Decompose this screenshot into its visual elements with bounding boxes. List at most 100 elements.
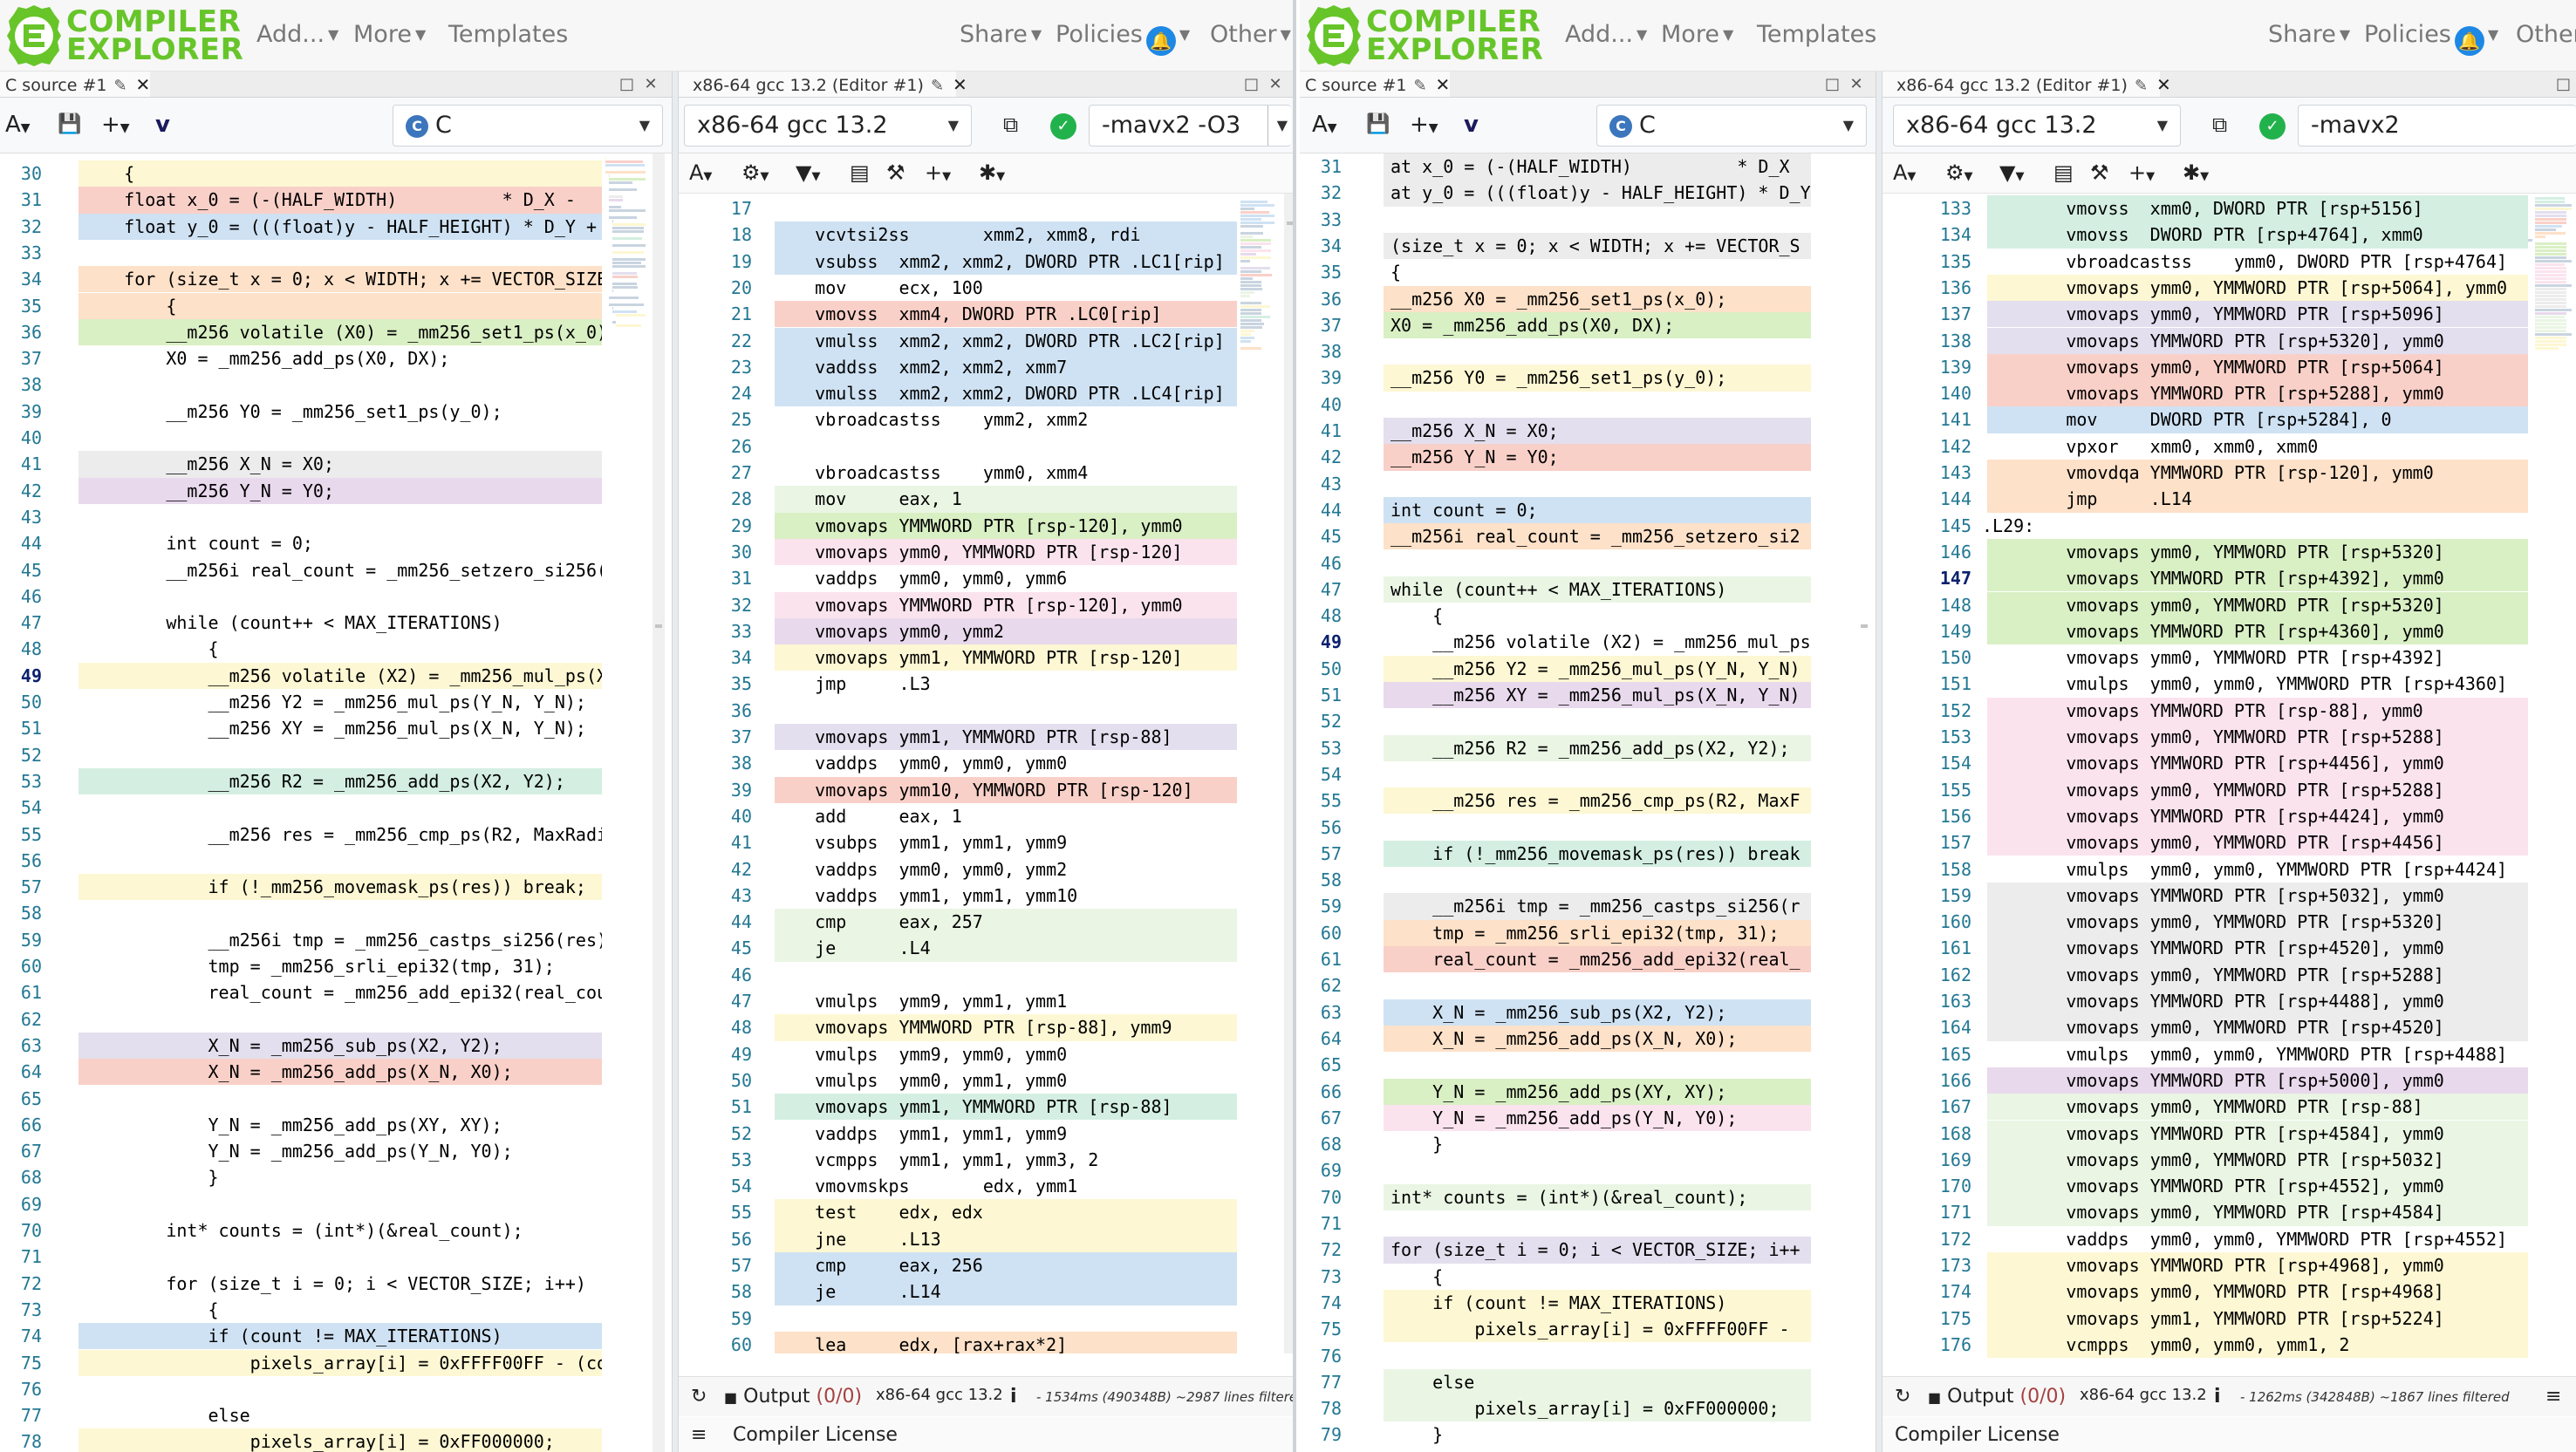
code-line[interactable]: 35 { <box>0 292 602 319</box>
code-line[interactable]: 28 mov eax, 1 <box>679 486 1237 513</box>
code-line[interactable]: 63 X_N = _mm256_sub_ps(X2, Y2); <box>1300 999 1811 1026</box>
code-line[interactable]: 155 vmovaps ymm0, YMMWORD PTR [rsp+5288] <box>1882 776 2528 803</box>
code-line[interactable]: 51 __m256 XY = _mm256_mul_ps(X_N, Y_N); <box>0 715 602 741</box>
code-line[interactable]: 20 mov ecx, 100 <box>679 275 1237 301</box>
opt-pipeline-icon[interactable]: ✱▼ <box>979 160 1005 185</box>
templates-link[interactable]: Templates <box>448 21 568 48</box>
code-line[interactable]: 167 vmovaps ymm0, YMMWORD PTR [rsp-88] <box>1882 1094 2528 1121</box>
code-line[interactable]: 153 vmovaps ymm0, YMMWORD PTR [rsp+5288] <box>1882 724 2528 751</box>
code-line[interactable]: 171 vmovaps ymm0, YMMWORD PTR [rsp+4584] <box>1882 1199 2528 1226</box>
code-line[interactable]: 72 for (size_t i = 0; i < VECTOR_SIZE; i… <box>0 1271 602 1297</box>
code-line[interactable]: 41 __m256 X_N = X0; <box>0 451 602 478</box>
code-line[interactable]: 65 <box>1300 1052 1811 1078</box>
code-line[interactable]: 55 __m256 res = _mm256_cmp_ps(R2, MaxF <box>1300 787 1811 815</box>
compiler-options-input[interactable]: -mavx2 <box>2298 105 2576 147</box>
code-line[interactable]: 43 <box>0 504 602 530</box>
code-line[interactable]: 149 vmovaps YMMWORD PTR [rsp+4360], ymm0 <box>1882 617 2528 645</box>
code-line[interactable]: 138 vmovaps YMMWORD PTR [rsp+5320], ymm0 <box>1882 327 2528 354</box>
code-line[interactable]: 42 __m256 Y_N = Y0; <box>0 477 602 504</box>
chevron-down-icon[interactable]: ▼ <box>1267 106 1288 146</box>
opt-pipeline-icon[interactable]: ✱▼ <box>2183 160 2209 185</box>
code-line[interactable]: 47 vmulps ymm9, ymm1, ymm1 <box>679 988 1237 1014</box>
code-line[interactable]: 62 <box>1300 972 1811 999</box>
code-line[interactable]: 46 <box>1300 550 1811 576</box>
code-line[interactable]: 30 vmovaps ymm0, YMMWORD PTR [rsp-120] <box>679 538 1237 566</box>
vim-mode-icon[interactable]: v <box>1464 110 1479 140</box>
code-line[interactable]: 40 <box>1300 392 1811 418</box>
output-button[interactable]: ■ Output (0/0) <box>1928 1386 2066 1408</box>
code-line[interactable]: 78 pixels_array[i] = 0xFF000000; <box>1300 1395 1811 1422</box>
code-line[interactable]: 26 <box>679 433 1237 460</box>
code-line[interactable]: 175 vmovaps ymm1, YMMWORD PTR [rsp+5224] <box>1882 1305 2528 1332</box>
code-line[interactable]: 160 vmovaps ymm0, YMMWORD PTR [rsp+5320] <box>1882 909 2528 936</box>
language-select[interactable]: C C ▼ <box>393 105 663 147</box>
code-line[interactable]: 157 vmovaps ymm0, YMMWORD PTR [rsp+4456] <box>1882 829 2528 856</box>
code-line[interactable]: 41 __m256 X_N = X0; <box>1300 418 1811 445</box>
more-menu[interactable]: More ▼ <box>353 21 426 48</box>
popout-icon[interactable]: ⧉ <box>2212 110 2227 140</box>
code-line[interactable]: 133 vmovss xmm0, DWORD PTR [rsp+5156] <box>1882 195 2528 222</box>
code-line[interactable]: 53 __m256 R2 = _mm256_add_ps(X2, Y2); <box>0 767 602 795</box>
compiler-select[interactable]: x86-64 gcc 13.2 ▼ <box>684 105 972 147</box>
code-line[interactable]: 60 tmp = _mm256_srli_epi32(tmp, 31); <box>1300 919 1811 946</box>
code-line[interactable]: 152 vmovaps YMMWORD PTR [rsp-88], ymm0 <box>1882 697 2528 724</box>
compiler-options-input[interactable]: -mavx2 -O3 ▼ <box>1089 105 1291 147</box>
code-line[interactable]: 57 if (!_mm256_movemask_ps(res)) break <box>1300 840 1811 868</box>
font-size-icon[interactable]: A▼ <box>689 160 712 185</box>
source-scrollbar[interactable] <box>653 153 665 1452</box>
tab-c-source[interactable]: C source #1 ✎ ✕ <box>0 72 150 97</box>
code-line[interactable]: 165 vmulps ymm0, ymm0, YMMWORD PTR [rsp+… <box>1882 1041 2528 1067</box>
assembly-scrollbar[interactable] <box>1284 194 1293 1353</box>
code-line[interactable]: 66 Y_N = _mm256_add_ps(XY, XY); <box>1300 1078 1811 1105</box>
font-size-icon[interactable]: A▼ <box>1312 110 1337 143</box>
code-line[interactable]: 53 __m256 R2 = _mm256_add_ps(X2, Y2); <box>1300 734 1811 761</box>
source-editor[interactable]: 30 {31 float x_0 = (-(HALF_WIDTH) * D_X … <box>0 153 602 1452</box>
code-line[interactable]: 46 <box>0 583 602 610</box>
font-size-icon[interactable]: A▼ <box>1893 160 1916 185</box>
share-menu[interactable]: Share ▼ <box>960 21 1042 48</box>
close-pane-icon[interactable]: ✕ <box>644 75 657 93</box>
code-line[interactable]: 145 .L29: <box>1882 513 2528 539</box>
stats-icon[interactable]: ≡ <box>2545 1386 2561 1408</box>
code-line[interactable]: 150 vmovaps ymm0, YMMWORD PTR [rsp+4392] <box>1882 644 2528 671</box>
code-line[interactable]: 47 while (count++ < MAX_ITERATIONS) <box>0 610 602 636</box>
code-line[interactable]: 60 tmp = _mm256_srli_epi32(tmp, 31); <box>0 953 602 979</box>
code-line[interactable]: 54 <box>0 794 602 821</box>
code-line[interactable]: 61 real_count = _mm256_add_epi32(real_co… <box>0 979 602 1005</box>
output-button[interactable]: ■ Output (0/0) <box>724 1386 862 1408</box>
code-line[interactable]: 25 vbroadcastss ymm2, xmm2 <box>679 406 1237 433</box>
code-line[interactable]: 76 <box>1300 1343 1811 1369</box>
code-line[interactable]: 51 __m256 XY = _mm256_mul_ps(X_N, Y_N) <box>1300 682 1811 709</box>
code-line[interactable]: 148 vmovaps ymm0, YMMWORD PTR [rsp+5320] <box>1882 591 2528 618</box>
code-line[interactable]: 51 vmovaps ymm1, YMMWORD PTR [rsp-88] <box>679 1094 1237 1121</box>
settings-gear-icon[interactable]: ⚙▼ <box>741 160 769 185</box>
code-line[interactable]: 34 for (size_t x = 0; x < WIDTH; x += VE… <box>0 266 602 293</box>
compiler-license-link[interactable]: Compiler License <box>1895 1424 2060 1446</box>
code-line[interactable]: 63 X_N = _mm256_sub_ps(X2, Y2); <box>0 1032 602 1060</box>
code-line[interactable]: 75 pixels_array[i] = 0xFFFF00FF - <box>1300 1316 1811 1343</box>
pane-splitter[interactable] <box>672 72 679 1452</box>
code-line[interactable]: 39 __m256 Y0 = _mm256_set1_ps(y_0); <box>0 399 602 425</box>
maximize-icon[interactable]: □ <box>2556 75 2571 93</box>
code-line[interactable]: 69 <box>1300 1157 1811 1183</box>
assembly-minimap[interactable] <box>2528 194 2575 394</box>
info-icon[interactable]: i <box>2214 1386 2221 1408</box>
code-line[interactable]: 68 } <box>1300 1131 1811 1157</box>
code-line[interactable]: 48 { <box>1300 603 1811 629</box>
compile-ok-icon[interactable]: ✓ <box>2259 113 2286 140</box>
code-line[interactable]: 48 vmovaps YMMWORD PTR [rsp-88], ymm9 <box>679 1014 1237 1041</box>
settings-gear-icon[interactable]: ⚙▼ <box>1945 160 1973 185</box>
code-line[interactable]: 139 vmovaps ymm0, YMMWORD PTR [rsp+5064] <box>1882 353 2528 381</box>
other-menu[interactable]: Other <box>2516 21 2576 48</box>
code-line[interactable]: 162 vmovaps ymm0, YMMWORD PTR [rsp+5288] <box>1882 961 2528 988</box>
code-line[interactable]: 54 <box>1300 761 1811 787</box>
code-line[interactable]: 19 vsubss xmm2, xmm2, DWORD PTR .LC1[rip… <box>679 248 1237 275</box>
code-line[interactable]: 58 <box>1300 867 1811 893</box>
code-line[interactable]: 72 for (size_t i = 0; i < VECTOR_SIZE; i+… <box>1300 1237 1811 1264</box>
save-icon[interactable]: 💾 <box>58 110 81 140</box>
code-line[interactable]: 48 { <box>0 636 602 662</box>
code-line[interactable]: 37 X0 = _mm256_add_ps(X0, DX); <box>1300 311 1811 339</box>
popout-icon[interactable]: ⧉ <box>1003 110 1018 140</box>
code-line[interactable]: 47 while (count++ < MAX_ITERATIONS) <box>1300 576 1811 603</box>
code-line[interactable]: 22 vmulss xmm2, xmm2, DWORD PTR .LC2[rip… <box>679 327 1237 354</box>
